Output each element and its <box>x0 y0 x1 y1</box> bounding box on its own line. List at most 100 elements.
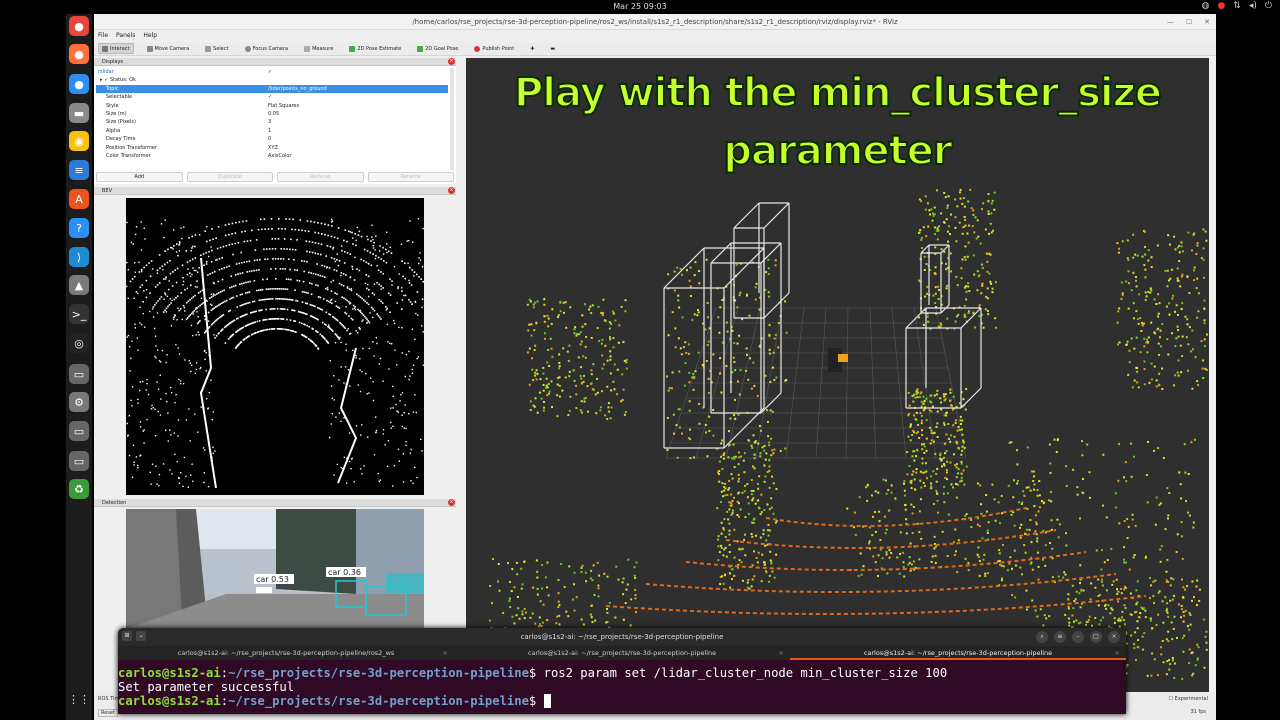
minimize-icon[interactable]: — <box>1167 14 1174 30</box>
tab-menu-icon[interactable]: ⌄ <box>136 631 146 641</box>
obs-icon[interactable]: ◎ <box>69 333 89 353</box>
experimental-label: Experimental <box>1174 696 1208 702</box>
maximize-icon[interactable]: □ <box>1090 631 1102 643</box>
chrome-icon[interactable]: ● <box>69 16 89 36</box>
search-icon[interactable]: ⌕ <box>1036 631 1048 643</box>
help-icon[interactable]: ? <box>69 218 89 238</box>
new-tab-icon[interactable]: ⊞ <box>122 631 132 641</box>
property-value[interactable]: ✓ <box>268 93 272 101</box>
remove-display-button[interactable]: Remove <box>277 172 364 182</box>
remove-tool-button[interactable]: ▬ <box>547 43 558 54</box>
interact-tool[interactable]: Interact <box>98 43 134 54</box>
display-property-row[interactable]: Decay Time 0 <box>96 135 448 143</box>
hamburger-menu-icon[interactable]: ≡ <box>1054 631 1066 643</box>
drive2-icon[interactable]: ▭ <box>69 421 89 441</box>
display-property-row[interactable]: Style Flat Squares <box>96 102 448 110</box>
property-value[interactable]: 0.05 <box>268 110 279 118</box>
close-icon[interactable]: ✕ <box>1204 14 1210 30</box>
property-value[interactable]: 3 <box>268 118 271 126</box>
rhythmbox-icon[interactable]: ◉ <box>69 131 89 151</box>
property-name: Color Transformer <box>106 153 151 159</box>
close-tab-icon[interactable]: × <box>443 646 448 660</box>
property-value[interactable]: ✓ <box>268 68 272 76</box>
display-property-row[interactable]: Topic/lidar/points_no_ground <box>96 84 448 94</box>
display-property-row[interactable]: Selectable ✓ <box>96 93 448 101</box>
power-icon[interactable]: ⏻ <box>1265 1 1272 11</box>
maximize-icon[interactable]: ☐ <box>1186 14 1192 30</box>
mic-icon[interactable]: ● <box>1217 1 1225 11</box>
property-value[interactable]: 0 <box>268 135 271 143</box>
property-value[interactable]: Flat Squares <box>268 102 299 110</box>
terminal-tab-active[interactable]: carlos@s1s2-ai: ~/rse_projects/rse-3d-pe… <box>790 646 1126 660</box>
close-panel-icon[interactable]: × <box>448 499 455 506</box>
measure-tool[interactable]: Measure <box>301 43 336 54</box>
terminal-icon[interactable]: >_ <box>69 304 89 324</box>
files-icon[interactable]: ▬ <box>69 103 89 123</box>
display-tree[interactable]: rslidar ✓ ▸ ✓ Status: Ok Topic/lidar/points… <box>96 68 448 170</box>
goal-pose-label: 2D Goal Pose <box>425 45 459 52</box>
drive3-icon[interactable]: ▭ <box>69 451 89 471</box>
display-property-row[interactable]: rslidar ✓ <box>96 68 448 76</box>
prompt-path: ~/rse_projects/rse-3d-perception-pipelin… <box>228 666 529 680</box>
move-camera-label: Move Camera <box>154 45 190 52</box>
add-display-button[interactable]: Add <box>96 172 183 182</box>
display-property-row[interactable]: Size (Pixels) 3 <box>96 118 448 126</box>
vscode-icon[interactable]: ⟩ <box>69 247 89 267</box>
trash-icon[interactable]: ♻ <box>69 479 89 499</box>
top-bar: Mar 25 09:03 ◍ ● ⇅ ◂) ⏻ <box>0 0 1280 14</box>
add-tool-button[interactable]: ✚ <box>527 43 537 54</box>
app-center-icon[interactable]: A <box>69 189 89 209</box>
pose-estimate-tool[interactable]: 2D Pose Estimate <box>346 43 404 54</box>
window-titlebar[interactable]: /home/carlos/rse_projects/rse-3d-percept… <box>94 14 1216 30</box>
focus-camera-tool[interactable]: Focus Camera <box>242 43 292 54</box>
terminal-tab[interactable]: carlos@s1s2-ai: ~/rse_projects/rse-3d-pe… <box>454 646 790 660</box>
property-value[interactable]: AxisColor <box>268 152 291 160</box>
publish-point-tool[interactable]: Publish Point <box>471 43 517 54</box>
display-property-row[interactable]: Alpha 1 <box>96 127 448 135</box>
display-property-row[interactable]: Position Transformer XYZ <box>96 144 448 152</box>
rename-display-button[interactable]: Rename <box>367 172 454 182</box>
terminal-tab[interactable]: carlos@s1s2-ai: ~/rse_projects/rse-3d-pe… <box>118 646 454 660</box>
clock[interactable]: Mar 25 09:03 <box>0 2 1280 11</box>
writer-icon[interactable]: ≡ <box>69 160 89 180</box>
close-icon[interactable]: × <box>1108 631 1120 643</box>
system-tray[interactable]: ◍ ● ⇅ ◂) ⏻ <box>1202 1 1272 11</box>
close-tab-icon[interactable]: × <box>779 646 784 660</box>
firefox-icon[interactable]: ● <box>69 44 89 64</box>
move-camera-tool[interactable]: Move Camera <box>144 43 193 54</box>
network-icon[interactable]: ⇅ <box>1233 1 1241 11</box>
experimental-checkbox[interactable]: ☐ Experimental <box>1169 696 1208 702</box>
detection-title: Detection <box>102 500 127 506</box>
thunderbird-icon[interactable]: ● <box>69 74 89 94</box>
menu-help[interactable]: Help <box>143 30 157 41</box>
minimize-icon[interactable]: – <box>1072 631 1084 643</box>
caption-line-2: parameter <box>722 127 953 175</box>
tree-scrollbar[interactable] <box>450 68 454 170</box>
display-property-row[interactable]: Size (m) 0.05 <box>96 110 448 118</box>
property-value[interactable]: /lidar/points_no_ground <box>268 85 327 93</box>
goal-pose-tool[interactable]: 2D Goal Pose <box>414 43 461 54</box>
display-property-row[interactable]: Color Transformer AxisColor <box>96 152 448 160</box>
publish-point-label: Publish Point <box>482 45 515 52</box>
drive-icon[interactable]: ▭ <box>69 364 89 384</box>
terminal-output[interactable]: carlos@s1s2-ai:~/rse_projects/rse-3d-per… <box>118 666 1126 708</box>
menu-file[interactable]: File <box>98 30 108 41</box>
close-panel-icon[interactable]: × <box>448 187 455 194</box>
volume-icon[interactable]: ◂) <box>1249 1 1257 11</box>
terminal-header[interactable]: ⊞ ⌄ carlos@s1s2-ai: ~/rse_projects/rse-3d… <box>118 628 1126 646</box>
display-property-row[interactable]: ▸ ✓ Status: Ok <box>96 76 448 84</box>
3d-view[interactable]: Play with the min_cluster_size parameter <box>466 58 1209 692</box>
reset-button[interactable]: Reset <box>98 709 118 717</box>
ros-tray-icon[interactable]: ◍ <box>1202 1 1210 11</box>
property-value[interactable]: XYZ <box>268 144 278 152</box>
menu-panels[interactable]: Panels <box>116 30 135 41</box>
close-panel-icon[interactable]: × <box>448 58 455 65</box>
property-value[interactable]: 1 <box>268 127 271 135</box>
settings-icon[interactable]: ⚙ <box>69 392 89 412</box>
select-tool[interactable]: Select <box>202 43 231 54</box>
gazebo-icon[interactable]: ▲ <box>69 275 89 295</box>
duplicate-display-button[interactable]: Duplicate <box>186 172 273 182</box>
pin-icon <box>474 45 481 52</box>
close-tab-icon[interactable]: × <box>1115 646 1120 660</box>
show-apps-icon[interactable]: ⋮⋮ <box>68 689 90 709</box>
